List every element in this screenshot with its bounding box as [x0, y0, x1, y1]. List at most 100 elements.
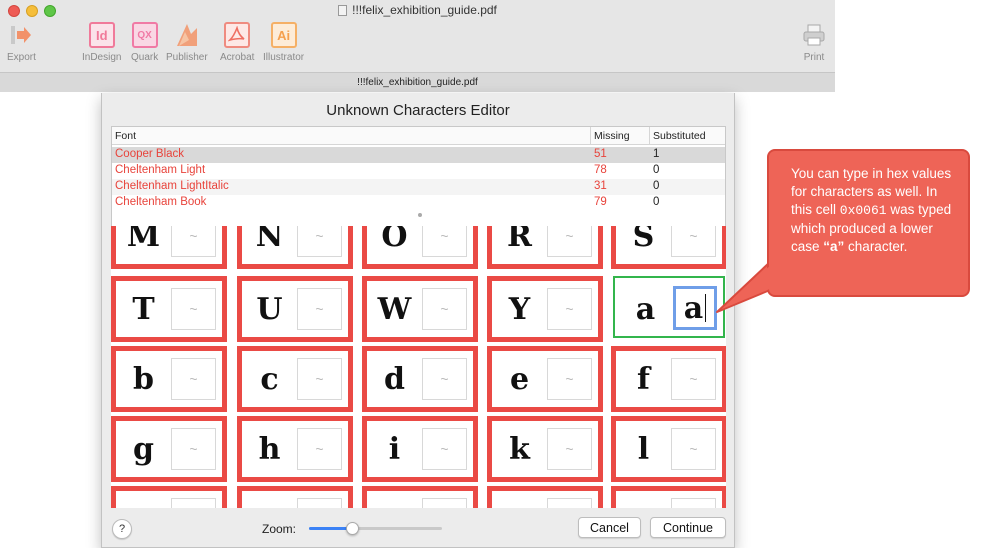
missing-glyph: M: [126, 226, 161, 254]
zoom-slider[interactable]: [309, 522, 442, 535]
missing-glyph: [116, 491, 171, 508]
placeholder-tilde: ~: [565, 371, 574, 387]
glyph-cell[interactable]: ~: [611, 486, 726, 508]
glyph-cell[interactable]: ~: [362, 486, 478, 508]
glyph-cell[interactable]: Y ~: [487, 276, 603, 342]
placeholder-tilde: ~: [689, 228, 698, 244]
substitution-input[interactable]: ~: [422, 288, 467, 330]
column-header-missing[interactable]: Missing: [594, 130, 630, 142]
zoom-slider-knob[interactable]: [345, 522, 359, 535]
substitution-input[interactable]: ~: [422, 498, 467, 508]
missing-glyph: U: [256, 291, 283, 327]
substitution-input[interactable]: ~: [547, 358, 592, 400]
substitution-input[interactable]: ~: [547, 428, 592, 470]
minimize-window-button[interactable]: [26, 5, 38, 17]
glyph-cell-active[interactable]: aa: [613, 276, 725, 338]
substitution-value: a: [683, 290, 704, 326]
missing-glyph: l: [637, 431, 650, 467]
substitution-input[interactable]: ~: [171, 358, 216, 400]
substitution-input[interactable]: ~: [171, 498, 216, 508]
quark-button[interactable]: QX Quark: [131, 22, 158, 63]
column-header-substituted[interactable]: Substituted: [653, 130, 706, 142]
substitution-input[interactable]: ~: [171, 288, 216, 330]
glyph-cell[interactable]: U ~: [237, 276, 353, 342]
maximize-window-button[interactable]: [44, 5, 56, 17]
publisher-button[interactable]: Publisher: [166, 22, 208, 63]
substitution-input[interactable]: ~: [171, 226, 216, 257]
substitution-input[interactable]: ~: [422, 226, 467, 257]
glyph-cell[interactable]: R ~: [487, 226, 603, 269]
toolbar: Export Id InDesign QX Quark Publisher Ac…: [0, 20, 835, 72]
missing-glyph: k: [509, 431, 530, 467]
missing-glyph: f: [637, 361, 650, 397]
font-row[interactable]: Cheltenham LightItalic 31 0: [112, 179, 725, 195]
glyph-cell[interactable]: b ~: [111, 346, 227, 412]
split-view-handle[interactable]: [418, 213, 422, 217]
glyph-cell[interactable]: O ~: [362, 226, 478, 269]
export-arrow-icon: [8, 22, 34, 48]
glyph-cell[interactable]: M ~: [111, 226, 227, 269]
glyph-cell[interactable]: g ~: [111, 416, 227, 482]
substitution-input[interactable]: ~: [297, 428, 342, 470]
continue-button[interactable]: Continue: [650, 517, 726, 538]
substitution-input[interactable]: ~: [547, 288, 592, 330]
glyph-cell[interactable]: W ~: [362, 276, 478, 342]
substitution-input[interactable]: ~: [297, 498, 342, 508]
font-row[interactable]: Cheltenham Book 79 0: [112, 195, 725, 211]
glyph-cell[interactable]: N ~: [237, 226, 353, 269]
publisher-icon: [174, 22, 200, 48]
glyph-cell[interactable]: e ~: [487, 346, 603, 412]
substitution-input[interactable]: ~: [422, 358, 467, 400]
glyph-cell[interactable]: T ~: [111, 276, 227, 342]
screenshot-stage: !!!felix_exhibition_guide.pdf Export Id …: [0, 0, 1000, 548]
missing-glyph: [367, 491, 422, 508]
placeholder-tilde: ~: [315, 371, 324, 387]
illustrator-button[interactable]: Ai Illustrator: [263, 22, 304, 63]
font-row-selected[interactable]: Cooper Black 51 1: [112, 147, 725, 163]
indesign-button[interactable]: Id InDesign: [82, 22, 121, 63]
substitution-input[interactable]: ~: [297, 358, 342, 400]
placeholder-tilde: ~: [440, 371, 449, 387]
missing-glyph: [616, 491, 671, 508]
glyph-cell[interactable]: c ~: [237, 346, 353, 412]
substitution-input[interactable]: ~: [671, 498, 716, 508]
indesign-icon: Id: [88, 22, 115, 48]
window-title: !!!felix_exhibition_guide.pdf: [352, 3, 497, 17]
glyph-cell[interactable]: h ~: [237, 416, 353, 482]
missing-glyph: T: [132, 291, 155, 327]
substitution-input[interactable]: ~: [297, 288, 342, 330]
substitution-input[interactable]: ~: [671, 428, 716, 470]
app-window: !!!felix_exhibition_guide.pdf Export Id …: [0, 0, 835, 92]
cancel-button[interactable]: Cancel: [578, 517, 641, 538]
font-table-header: Font Missing Substituted: [112, 127, 725, 145]
export-button[interactable]: Export: [7, 22, 36, 63]
document-path-bar: !!!felix_exhibition_guide.pdf: [0, 72, 835, 92]
glyph-cell[interactable]: k ~: [487, 416, 603, 482]
acrobat-button[interactable]: Acrobat: [220, 22, 254, 63]
substitution-input[interactable]: ~: [171, 428, 216, 470]
glyph-cell[interactable]: d ~: [362, 346, 478, 412]
print-button[interactable]: Print: [801, 22, 827, 63]
substitution-input[interactable]: ~: [671, 226, 716, 257]
missing-glyph: i: [388, 431, 401, 467]
placeholder-tilde: ~: [315, 301, 324, 317]
glyph-cell[interactable]: i ~: [362, 416, 478, 482]
substitution-input[interactable]: ~: [671, 358, 716, 400]
glyph-cell[interactable]: ~: [111, 486, 227, 508]
placeholder-tilde: ~: [440, 301, 449, 317]
missing-glyph: Y: [508, 291, 531, 327]
help-button[interactable]: ?: [112, 519, 132, 539]
substitution-input[interactable]: ~: [422, 428, 467, 470]
glyph-cell[interactable]: S ~: [611, 226, 726, 269]
substitution-input[interactable]: ~: [547, 226, 592, 257]
glyph-cell[interactable]: ~: [237, 486, 353, 508]
substitution-input-active[interactable]: a: [673, 286, 717, 330]
substitution-input[interactable]: ~: [547, 498, 592, 508]
font-row[interactable]: Cheltenham Light 78 0: [112, 163, 725, 179]
substitution-input[interactable]: ~: [297, 226, 342, 257]
column-header-font[interactable]: Font: [115, 130, 136, 142]
glyph-cell[interactable]: l ~: [611, 416, 726, 482]
glyph-cell[interactable]: f ~: [611, 346, 726, 412]
glyph-cell[interactable]: ~: [487, 486, 603, 508]
close-window-button[interactable]: [8, 5, 20, 17]
